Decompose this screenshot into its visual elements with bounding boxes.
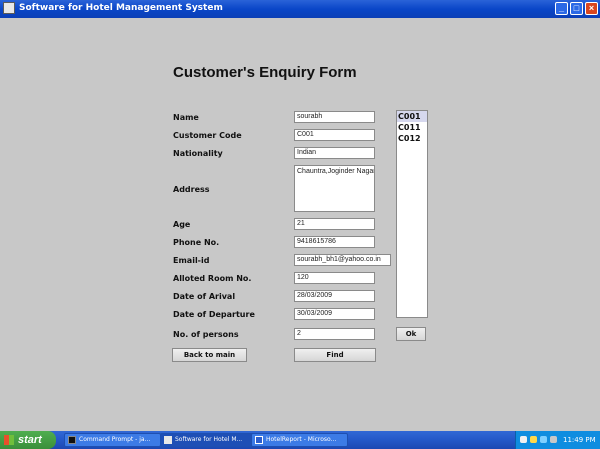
app-icon <box>164 436 172 444</box>
tray-icon[interactable] <box>520 436 527 443</box>
nationality-label: Nationality <box>173 149 223 158</box>
ok-button[interactable]: Ok <box>396 327 426 341</box>
persons-label: No. of persons <box>173 330 239 339</box>
customer-code-field[interactable]: C001 <box>294 129 375 141</box>
taskbar-item-label: HotelReport - Microso... <box>266 436 337 443</box>
find-button[interactable]: Find <box>294 348 376 362</box>
network-icon[interactable] <box>540 436 547 443</box>
taskbar-item-label: Software for Hotel M... <box>175 436 243 443</box>
taskbar: start Command Prompt - ja... Software fo… <box>0 431 600 449</box>
name-label: Name <box>173 113 199 122</box>
list-item[interactable]: C012 <box>397 133 427 144</box>
arrival-label: Date of Arival <box>173 292 236 301</box>
minimize-button[interactable]: _ <box>555 2 568 15</box>
nationality-field[interactable]: Indian <box>294 147 375 159</box>
persons-field[interactable]: 2 <box>294 328 375 340</box>
customer-code-label: Customer Code <box>173 131 242 140</box>
taskbar-item-hotel-software[interactable]: Software for Hotel M... <box>160 433 257 447</box>
departure-label: Date of Departure <box>173 310 255 319</box>
start-label: start <box>18 434 42 446</box>
volume-icon[interactable] <box>550 436 557 443</box>
app-icon <box>3 2 15 14</box>
window-title: Software for Hotel Management System <box>19 3 223 13</box>
age-label: Age <box>173 220 191 229</box>
close-button[interactable]: × <box>585 2 598 15</box>
name-field[interactable]: sourabh <box>294 111 375 123</box>
command-prompt-icon <box>68 436 76 444</box>
address-field[interactable]: Chauntra,Joginder Nagar <box>294 165 375 212</box>
window-titlebar: Software for Hotel Management System _ □… <box>0 0 600 18</box>
back-to-main-button[interactable]: Back to main <box>172 348 247 362</box>
email-label: Email-id <box>173 256 210 265</box>
phone-label: Phone No. <box>173 238 220 247</box>
tray-icon[interactable] <box>530 436 537 443</box>
departure-field[interactable]: 30/03/2009 <box>294 308 375 320</box>
room-label: Alloted Room No. <box>173 274 252 283</box>
start-button[interactable]: start <box>0 431 56 449</box>
taskbar-item-label: Command Prompt - ja... <box>79 436 151 443</box>
phone-field[interactable]: 9418615786 <box>294 236 375 248</box>
taskbar-item-hotel-report[interactable]: HotelReport - Microso... <box>251 433 348 447</box>
taskbar-item-command-prompt[interactable]: Command Prompt - ja... <box>64 433 161 447</box>
word-document-icon <box>255 436 263 444</box>
customer-code-list[interactable]: C001 C011 C012 <box>396 110 428 318</box>
age-field[interactable]: 21 <box>294 218 375 230</box>
email-field[interactable]: sourabh_bh1@yahoo.co.in <box>294 254 391 266</box>
clock: 11:49 PM <box>563 436 596 444</box>
form-title: Customer's Enquiry Form <box>173 64 357 81</box>
arrival-field[interactable]: 28/03/2009 <box>294 290 375 302</box>
room-field[interactable]: 120 <box>294 272 375 284</box>
list-item[interactable]: C011 <box>397 122 427 133</box>
maximize-button[interactable]: □ <box>570 2 583 15</box>
address-label: Address <box>173 185 210 194</box>
list-item[interactable]: C001 <box>397 111 427 122</box>
windows-logo-icon <box>4 435 14 445</box>
